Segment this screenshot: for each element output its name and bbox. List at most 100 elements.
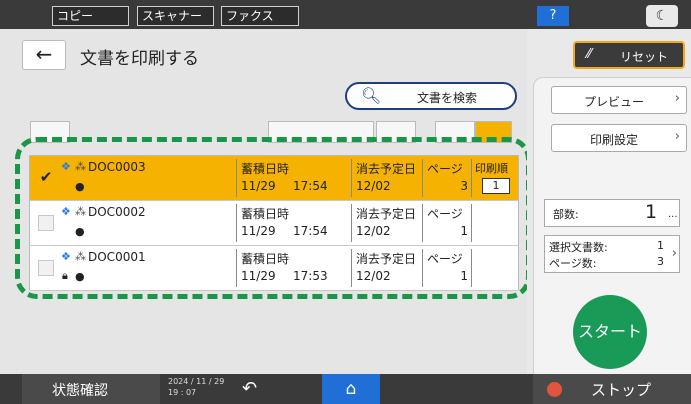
delete-date: 12/02 [356,179,391,193]
document-row[interactable]: ❖ ⁂ DOC0001 🔒︎ ● 蓄積日時 11/29 17:53 消去予定日 … [30,246,518,291]
checkbox[interactable] [38,260,54,276]
preview-label: プレビュー [583,95,644,109]
delete-label: 消去予定日 [356,162,417,176]
document-row[interactable]: ❖ ⁂ DOC0002 ● 蓄積日時 11/29 17:54 消去予定日 12/… [30,201,518,246]
page-count: 1 [460,269,468,283]
document-row[interactable]: ✔ ❖ ⁂ DOC0003 ● 蓄積日時 11/29 17:54 消去予定日 1… [30,156,518,201]
stored-document-icon: ❖ [61,205,71,218]
print-order-label: 印刷順 [475,162,508,175]
bottom-bar: 状態確認 2024 / 11 / 29 19 : 07 ↶ ⌂ ストップ [0,374,691,404]
status-check-label: 状態確認 [52,383,108,399]
delete-date: 12/02 [356,269,391,283]
status-check-button[interactable]: 状態確認 [22,374,160,404]
help-button[interactable]: ? [537,6,569,26]
chevron-right-icon: › [671,246,677,261]
stored-document-icon: ❖ [61,250,71,263]
stop-button[interactable]: ストップ [533,374,691,404]
delete-label: 消去予定日 [356,252,417,266]
stored-document-icon: ❖ [61,160,71,173]
pages-label: ページ [427,207,463,221]
user-icon: ● [75,180,85,193]
user-icon: ● [75,270,85,283]
stored-date: 11/29 [241,179,276,193]
stored-label: 蓄積日時 [241,207,290,221]
column-header-strip [30,121,512,143]
page-count-value: 3 [657,255,664,268]
preview-button[interactable]: プレビュー › [551,86,687,114]
divider [422,204,423,242]
print-settings-button[interactable]: 印刷設定 › [551,124,687,152]
search-icon: 🔍︎ [361,86,382,105]
more-icon: ... [668,209,678,220]
search-document-button[interactable]: 🔍︎ 文書を検索 [345,82,517,110]
divider [351,249,352,287]
group-icon: ⁂ [75,205,86,218]
divider [422,159,423,197]
reset-button[interactable]: ⁄⁄ リセット [573,41,685,69]
main-panel: ← 文書を印刷する 🔍︎ 文書を検索 ✔ ❖ ⁂ DOC0003 ● 蓄積日時 … [0,29,527,374]
page-count-label: ページ数: [549,257,597,270]
energy-saver-icon[interactable]: ☾ [646,5,678,27]
start-button[interactable]: スタート [573,295,647,369]
page-title: 文書を印刷する [80,49,199,69]
checkbox-checked-icon[interactable]: ✔ [38,170,54,186]
group-icon: ⁂ [75,160,86,173]
top-bar: コピー スキャナー ファクス ? ☾ [0,0,691,29]
group-icon: ⁂ [75,250,86,263]
divider [471,159,472,197]
home-icon[interactable]: ⌂ [322,374,380,404]
print-settings-label: 印刷設定 [589,133,638,147]
stored-time: 17:54 [293,179,328,193]
selected-docs-value: 1 [657,239,664,252]
divider [236,204,237,242]
selection-summary-button[interactable]: 選択文書数: 1 ページ数: 3 › [544,235,680,273]
document-name: DOC0002 [88,205,146,219]
copies-field[interactable]: 部数: 1 ... [544,199,680,227]
divider [236,249,237,287]
page-count: 1 [460,224,468,238]
divider [236,159,237,197]
tab-copy[interactable]: コピー [52,6,129,26]
reset-icon: ⁄⁄ [587,47,592,62]
selected-docs-label: 選択文書数: [549,241,608,254]
delete-label: 消去予定日 [356,207,417,221]
document-name: DOC0001 [88,250,146,264]
stored-label: 蓄積日時 [241,162,290,176]
checkbox[interactable] [38,215,54,231]
lock-icon: 🔒︎ [62,269,68,282]
back-button[interactable]: ← [22,40,66,70]
stored-label: 蓄積日時 [241,252,290,266]
stored-date: 11/29 [241,224,276,238]
right-panel: ⁄⁄ リセット プレビュー › 印刷設定 › 部数: 1 ... 選択文書数: … [527,29,691,374]
stored-time: 17:54 [293,224,328,238]
tab-scanner[interactable]: スキャナー [137,6,214,26]
chevron-right-icon: › [674,91,680,106]
clock-date: 2024 / 11 / 29 [168,377,225,386]
column-header[interactable] [435,121,475,143]
column-header[interactable] [376,121,416,143]
delete-date: 12/02 [356,224,391,238]
back-arrow-icon[interactable]: ↶ [242,378,257,399]
stored-date: 11/29 [241,269,276,283]
user-icon: ● [75,225,85,238]
chevron-right-icon: › [674,129,680,144]
divider [351,204,352,242]
stored-time: 17:53 [293,269,328,283]
copies-value: 1 [645,201,658,223]
document-name: DOC0003 [88,160,146,174]
pages-label: ページ [427,252,463,266]
pages-label: ページ [427,162,463,176]
tab-fax[interactable]: ファクス [221,6,299,26]
divider [471,249,472,287]
clock-time: 19 : 07 [168,388,197,397]
divider [422,249,423,287]
divider [351,159,352,197]
page-count: 3 [460,179,468,193]
column-header[interactable] [30,121,70,143]
column-header-sorted[interactable] [475,121,512,143]
column-header[interactable] [268,121,374,143]
document-list: ✔ ❖ ⁂ DOC0003 ● 蓄積日時 11/29 17:54 消去予定日 1… [29,155,519,291]
reset-label: リセット [620,50,669,64]
print-order-value: 1 [482,178,510,194]
clock: 2024 / 11 / 29 19 : 07 [168,376,224,398]
